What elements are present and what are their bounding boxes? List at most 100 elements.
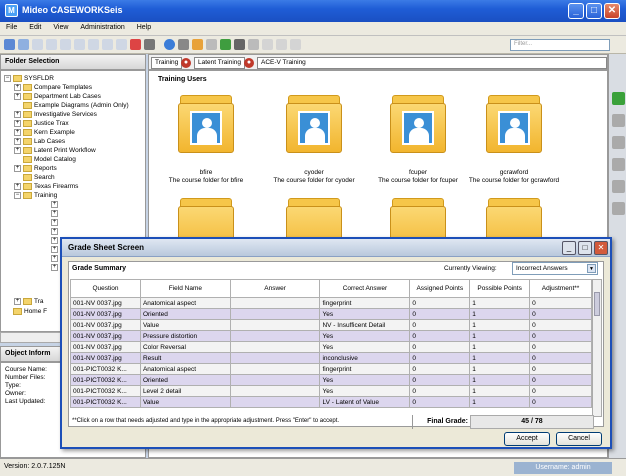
- grid-view-icon[interactable]: [144, 39, 155, 50]
- tree-item-collapsed[interactable]: +: [51, 218, 60, 227]
- tree-item[interactable]: Model Catalog: [14, 155, 76, 164]
- cell-adjustment[interactable]: 0: [529, 297, 592, 309]
- tree-item[interactable]: + Compare Templates: [14, 83, 92, 92]
- open-icon[interactable]: [18, 39, 29, 50]
- expander-icon[interactable]: −: [14, 191, 21, 199]
- tree-item-collapsed[interactable]: +: [51, 263, 60, 272]
- tree-item[interactable]: Search: [14, 173, 55, 182]
- tree-item[interactable]: + Justice Trax: [14, 119, 69, 128]
- cell-adjustment[interactable]: 0: [529, 374, 592, 386]
- expander-icon[interactable]: +: [14, 137, 21, 145]
- record-icon[interactable]: [130, 39, 141, 50]
- tree-item[interactable]: + Texas Firearms: [14, 182, 78, 191]
- table-row[interactable]: 001-NV 0037.jpg Result inconclusive 0 1 0: [70, 352, 592, 364]
- search-icon[interactable]: [248, 39, 259, 50]
- table-row[interactable]: 001-NV 0037.jpg Color Reversal Yes 0 1 0: [70, 341, 592, 353]
- tree-item[interactable]: + Reports: [14, 164, 57, 173]
- cell-adjustment[interactable]: 0: [529, 330, 592, 342]
- chart-icon[interactable]: [220, 39, 231, 50]
- tree-item[interactable]: Example Diagrams (Admin Only): [14, 101, 129, 110]
- expander-icon[interactable]: +: [51, 245, 58, 253]
- table-row[interactable]: 001-NV 0037.jpg Oriented Yes 0 1 0: [70, 308, 592, 320]
- table-row[interactable]: 001-PICT0032 K... Level 2 detail Yes 0 1 0: [70, 385, 592, 397]
- stop-icon[interactable]: [60, 39, 71, 50]
- table-vertical-scrollbar[interactable]: [592, 279, 602, 417]
- menu-file[interactable]: File: [0, 22, 23, 33]
- cell-adjustment[interactable]: 0: [529, 385, 592, 397]
- tree-item[interactable]: + Department Lab Cases: [14, 92, 101, 101]
- slideshow-icon[interactable]: [276, 39, 287, 50]
- tab-ace-v-training[interactable]: ACE-V Training: [257, 57, 607, 69]
- tree-item[interactable]: + Investigative Services: [14, 110, 97, 119]
- cell-adjustment[interactable]: 0: [529, 363, 592, 375]
- cell-adjustment[interactable]: 0: [529, 308, 592, 320]
- table-row[interactable]: 001-NV 0037.jpg Anatomical aspect fingerpr…: [70, 297, 592, 309]
- forward-icon[interactable]: [46, 39, 57, 50]
- tab-training[interactable]: Training: [151, 57, 183, 69]
- close-button[interactable]: ✕: [604, 3, 620, 19]
- edit-icon[interactable]: [612, 180, 625, 193]
- cell-adjustment[interactable]: 0: [529, 319, 592, 331]
- tree-item-collapsed[interactable]: +: [51, 236, 60, 245]
- expander-icon[interactable]: +: [14, 119, 21, 127]
- column-header-correct-answer[interactable]: Correct Answer: [319, 279, 411, 298]
- dialog-close-button[interactable]: ✕: [594, 241, 608, 255]
- column-header-question[interactable]: Question: [70, 279, 141, 298]
- table-row[interactable]: 001-PICT0032 K... Anatomical aspect finger…: [70, 363, 592, 375]
- expander-icon[interactable]: +: [14, 110, 21, 118]
- column-header-adjustment[interactable]: Adjustment**: [529, 279, 592, 298]
- dialog-minimize-button[interactable]: _: [562, 241, 576, 255]
- user-folder-icon[interactable]: [176, 95, 236, 153]
- expander-icon[interactable]: −: [4, 74, 11, 82]
- expander-icon[interactable]: +: [51, 236, 58, 244]
- globe-icon[interactable]: [164, 39, 175, 50]
- close-tab-icon[interactable]: ●: [244, 58, 254, 68]
- expander-icon[interactable]: +: [14, 164, 21, 172]
- add-icon[interactable]: [612, 92, 625, 105]
- edit-icon[interactable]: [88, 39, 99, 50]
- filter-input[interactable]: Filter...: [510, 39, 610, 51]
- user-folder-caption[interactable]: cyoder The course folder for cyoder: [254, 169, 374, 185]
- menu-edit[interactable]: Edit: [23, 22, 47, 33]
- expander-icon[interactable]: +: [51, 227, 58, 235]
- table-row[interactable]: 001-NV 0037.jpg Pressure distortion Yes 0 1 0: [70, 330, 592, 342]
- dialog-maximize-button[interactable]: □: [578, 241, 592, 255]
- expander-icon[interactable]: +: [14, 146, 21, 154]
- user-folder-caption[interactable]: gcrawford The course folder for gcrawford: [454, 169, 574, 185]
- expander-icon[interactable]: +: [14, 297, 21, 305]
- cell-adjustment[interactable]: 0: [529, 396, 592, 408]
- tools-icon[interactable]: [206, 39, 217, 50]
- close-tab-icon[interactable]: ●: [181, 58, 191, 68]
- column-header-field-name[interactable]: Field Name: [139, 279, 231, 298]
- tree-item-collapsed[interactable]: +: [51, 254, 60, 263]
- expander-icon[interactable]: +: [14, 128, 21, 136]
- expander-icon[interactable]: +: [51, 209, 58, 217]
- minimize-button[interactable]: _: [568, 3, 584, 19]
- viewing-select[interactable]: Incorrect Answers ▼: [512, 262, 598, 275]
- tree-item[interactable]: + Kern Example: [14, 128, 75, 137]
- cell-adjustment[interactable]: 0: [529, 341, 592, 353]
- menu-help[interactable]: Help: [131, 22, 157, 33]
- refresh-icon[interactable]: [74, 39, 85, 50]
- copy-icon[interactable]: [116, 39, 127, 50]
- column-header-answer[interactable]: Answer: [229, 279, 321, 298]
- accept-button[interactable]: Accept: [504, 432, 550, 446]
- expander-icon[interactable]: +: [14, 182, 21, 190]
- table-row[interactable]: 001-NV 0037.jpg Value NV - Insufficent Det…: [70, 319, 592, 331]
- tree-item-collapsed[interactable]: +: [51, 245, 60, 254]
- cell-adjustment[interactable]: 0: [529, 352, 592, 364]
- tree-item-collapsed[interactable]: +: [51, 209, 60, 218]
- screen-icon[interactable]: [234, 39, 245, 50]
- tree-item[interactable]: Home F: [4, 307, 47, 316]
- home-icon[interactable]: [178, 39, 189, 50]
- menu-view[interactable]: View: [47, 22, 74, 33]
- expander-icon[interactable]: +: [14, 83, 21, 91]
- document-icon[interactable]: [612, 136, 625, 149]
- scroll-thumb[interactable]: [594, 292, 600, 316]
- user-folder-caption[interactable]: bfire The course folder for bfire: [146, 169, 266, 185]
- table-row[interactable]: 001-PICT0032 K... Value LV - Latent of Val…: [70, 396, 592, 408]
- tree-item-collapsed[interactable]: +: [51, 227, 60, 236]
- expander-icon[interactable]: +: [51, 254, 58, 262]
- user-folder-icon[interactable]: [388, 95, 448, 153]
- tree-item[interactable]: + Lab Cases: [14, 137, 65, 146]
